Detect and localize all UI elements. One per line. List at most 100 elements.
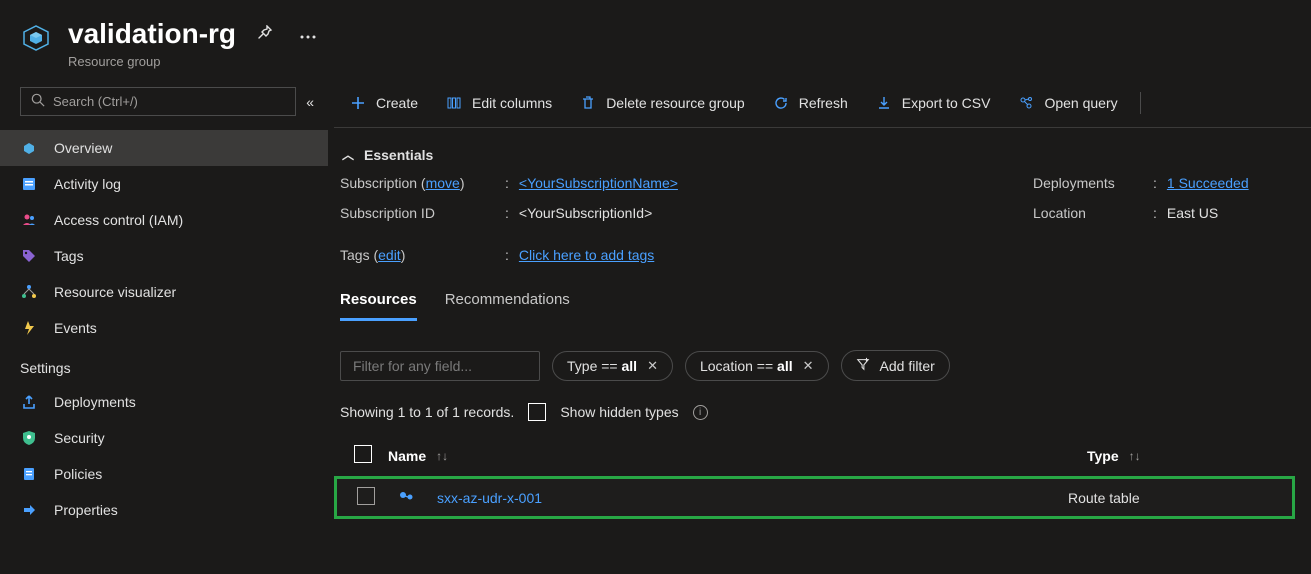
- location-label: Location: [1033, 205, 1153, 221]
- close-icon[interactable]: ✕: [647, 358, 658, 374]
- location-value: East US: [1167, 205, 1218, 221]
- sidebar-item-label: Properties: [54, 502, 118, 518]
- search-icon: [31, 93, 45, 110]
- cmd-label: Export to CSV: [902, 95, 991, 111]
- tab-resources[interactable]: Resources: [340, 291, 417, 321]
- command-bar: Create Edit columns Delete resource grou…: [334, 87, 1311, 128]
- edit-columns-button[interactable]: Edit columns: [434, 89, 564, 117]
- sidebar-item-label: Tags: [54, 248, 84, 264]
- resource-type: Route table: [1068, 490, 1268, 506]
- export-csv-button[interactable]: Export to CSV: [864, 89, 1003, 117]
- sidebar-item-label: Overview: [54, 140, 112, 156]
- tag-icon: [20, 247, 38, 265]
- filter-pill-location[interactable]: Location == all ✕: [685, 351, 829, 381]
- sidebar-item-deployments[interactable]: Deployments: [0, 384, 328, 420]
- subscription-label: Subscription (move): [340, 175, 505, 191]
- refresh-button[interactable]: Refresh: [761, 89, 860, 117]
- trash-icon: [580, 95, 596, 111]
- show-hidden-label: Show hidden types: [560, 404, 678, 420]
- download-icon: [876, 95, 892, 111]
- cmd-label: Open query: [1044, 95, 1117, 111]
- deployments-link[interactable]: 1 Succeeded: [1167, 175, 1249, 191]
- sidebar-item-properties[interactable]: Properties: [0, 492, 328, 528]
- sort-icon: ↑↓: [436, 449, 448, 463]
- sidebar-item-label: Security: [54, 430, 105, 446]
- visualizer-icon: [20, 283, 38, 301]
- sidebar-item-label: Events: [54, 320, 97, 336]
- activity-log-icon: [20, 175, 38, 193]
- add-tags-link[interactable]: Click here to add tags: [519, 247, 654, 263]
- select-all-checkbox[interactable]: [354, 445, 372, 463]
- cmd-label: Refresh: [799, 95, 848, 111]
- separator: [1140, 92, 1141, 114]
- sidebar-item-security[interactable]: Security: [0, 420, 328, 456]
- sidebar: « Overview Activity log Access control (…: [0, 87, 330, 574]
- tab-recommendations[interactable]: Recommendations: [445, 291, 570, 321]
- essentials-toggle[interactable]: ︿ Essentials: [334, 128, 1311, 175]
- plus-icon: [350, 95, 366, 111]
- sidebar-item-resource-visualizer[interactable]: Resource visualizer: [0, 274, 328, 310]
- essentials-title: Essentials: [364, 147, 433, 163]
- shield-icon: [20, 429, 38, 447]
- filter-field-input[interactable]: [340, 351, 540, 381]
- people-icon: [20, 211, 38, 229]
- cube-icon: [20, 139, 38, 157]
- deployments-icon: [20, 393, 38, 411]
- cmd-label: Create: [376, 95, 418, 111]
- sidebar-item-label: Access control (IAM): [54, 212, 183, 228]
- create-button[interactable]: Create: [338, 89, 430, 117]
- tags-label: Tags (edit): [340, 247, 505, 263]
- show-hidden-checkbox[interactable]: [528, 403, 546, 421]
- chevron-up-icon: ︿: [342, 146, 354, 163]
- cmd-label: Delete resource group: [606, 95, 745, 111]
- sidebar-item-overview[interactable]: Overview: [0, 130, 328, 166]
- resource-link[interactable]: sxx-az-udr-x-001: [437, 490, 542, 506]
- collapse-sidebar-button[interactable]: «: [306, 94, 314, 110]
- move-link[interactable]: move: [426, 175, 460, 191]
- open-query-button[interactable]: Open query: [1006, 89, 1129, 117]
- sidebar-section-settings: Settings: [0, 346, 328, 384]
- columns-icon: [446, 95, 462, 111]
- resource-group-icon: [20, 22, 52, 54]
- delete-button[interactable]: Delete resource group: [568, 89, 757, 117]
- sidebar-item-tags[interactable]: Tags: [0, 238, 328, 274]
- table-row[interactable]: sxx-az-udr-x-001 Route table: [334, 476, 1295, 519]
- subscription-link[interactable]: <YourSubscriptionName>: [519, 175, 678, 191]
- close-icon[interactable]: ✕: [803, 358, 814, 374]
- search-input[interactable]: [53, 94, 285, 109]
- sidebar-item-label: Resource visualizer: [54, 284, 176, 300]
- sidebar-item-events[interactable]: Events: [0, 310, 328, 346]
- col-header-type[interactable]: Type ↑↓: [1087, 448, 1287, 464]
- cmd-label: Edit columns: [472, 95, 552, 111]
- col-header-name[interactable]: Name ↑↓: [388, 448, 1087, 464]
- sidebar-item-activity-log[interactable]: Activity log: [0, 166, 328, 202]
- filter-icon: [856, 357, 870, 374]
- subid-value: <YourSubscriptionId>: [519, 205, 652, 221]
- query-icon: [1018, 95, 1034, 111]
- edit-tags-link[interactable]: edit: [378, 247, 401, 263]
- route-table-icon: [397, 489, 415, 507]
- policies-icon: [20, 465, 38, 483]
- deployments-label: Deployments: [1033, 175, 1153, 191]
- sidebar-item-label: Policies: [54, 466, 102, 482]
- sidebar-item-label: Deployments: [54, 394, 136, 410]
- filter-pill-type[interactable]: Type == all ✕: [552, 351, 673, 381]
- sidebar-item-access-control[interactable]: Access control (IAM): [0, 202, 328, 238]
- page-title: validation-rg: [68, 18, 236, 50]
- sidebar-item-policies[interactable]: Policies: [0, 456, 328, 492]
- sort-icon: ↑↓: [1129, 449, 1141, 463]
- page-subtitle: Resource group: [68, 54, 1311, 69]
- row-checkbox[interactable]: [357, 487, 375, 505]
- records-status: Showing 1 to 1 of 1 records.: [340, 404, 514, 420]
- sidebar-item-label: Activity log: [54, 176, 121, 192]
- pin-button[interactable]: [254, 21, 278, 48]
- add-filter-button[interactable]: Add filter: [841, 350, 950, 381]
- subid-label: Subscription ID: [340, 205, 505, 221]
- properties-icon: [20, 501, 38, 519]
- sidebar-search[interactable]: [20, 87, 296, 116]
- more-button[interactable]: [296, 23, 320, 46]
- refresh-icon: [773, 95, 789, 111]
- add-filter-label: Add filter: [880, 358, 935, 374]
- events-icon: [20, 319, 38, 337]
- info-icon[interactable]: i: [693, 405, 708, 420]
